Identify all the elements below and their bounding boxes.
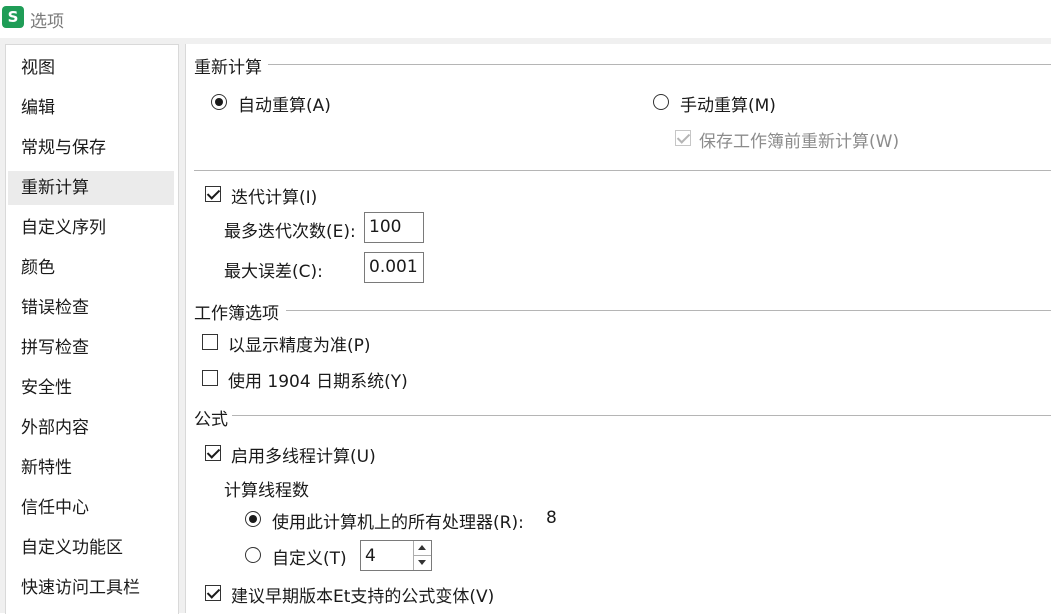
- precision-as-displayed-checkbox[interactable]: [202, 334, 218, 350]
- multithread-checkbox[interactable]: [205, 445, 221, 461]
- recalc-group-title: 重新计算: [194, 58, 262, 78]
- custom-threads-label: 自定义(T): [272, 549, 347, 569]
- legacy-formula-checkbox[interactable]: [205, 585, 221, 601]
- legacy-formula-label: 建议早期版本Et支持的公式变体(V): [231, 587, 495, 607]
- all-processors-label: 使用此计算机上的所有处理器(R):: [272, 513, 524, 533]
- auto-recalc-radio[interactable]: [211, 94, 227, 110]
- threads-title: 计算线程数: [224, 481, 309, 501]
- recalc-group-separator: [268, 64, 1051, 65]
- sidebar-item-view[interactable]: 视图: [8, 51, 174, 85]
- sidebar-item-quick-access-toolbar[interactable]: 快速访问工具栏: [8, 571, 174, 605]
- wps-spreadsheet-icon: S: [2, 6, 24, 28]
- sidebar-item-custom-lists[interactable]: 自定义序列: [8, 211, 174, 245]
- iteration-label: 迭代计算(I): [231, 188, 318, 208]
- arrow-up-icon: [418, 545, 426, 550]
- custom-threads-value[interactable]: 4: [365, 543, 376, 569]
- sidebar-item-spelling[interactable]: 拼写检查: [8, 331, 174, 365]
- spinner-buttons: [413, 541, 431, 570]
- custom-threads-radio[interactable]: [245, 547, 261, 563]
- sidebar-item-trust-center[interactable]: 信任中心: [8, 491, 174, 525]
- auto-recalc-label: 自动重算(A): [238, 96, 331, 116]
- max-iterations-label: 最多迭代次数(E):: [224, 222, 356, 242]
- sidebar-item-edit[interactable]: 编辑: [8, 91, 174, 125]
- options-sidebar: 视图 编辑 常规与保存 重新计算 自定义序列 颜色 错误检查 拼写检查 安全性 …: [5, 44, 179, 614]
- iteration-separator: [194, 170, 1051, 171]
- iteration-checkbox[interactable]: [205, 186, 221, 202]
- workbook-group-title: 工作簿选项: [194, 304, 279, 324]
- formula-group-title: 公式: [194, 410, 228, 430]
- arrow-down-icon: [418, 559, 426, 565]
- max-iterations-input[interactable]: 100: [364, 212, 424, 243]
- spinner-up-button[interactable]: [414, 541, 431, 556]
- save-before-recalc-label: 保存工作簿前重新计算(W): [699, 132, 900, 152]
- sidebar-item-external-content[interactable]: 外部内容: [8, 411, 174, 445]
- sidebar-item-security[interactable]: 安全性: [8, 371, 174, 405]
- sidebar-item-recalculation[interactable]: 重新计算: [8, 171, 174, 205]
- save-before-recalc-checkbox[interactable]: [675, 130, 691, 146]
- title-bar: S 选项: [0, 0, 1051, 39]
- processor-count: 8: [546, 508, 557, 528]
- formula-group-separator: [232, 415, 1051, 416]
- date-1904-label: 使用 1904 日期系统(Y): [228, 372, 408, 392]
- manual-recalc-label: 手动重算(M): [680, 96, 776, 116]
- sidebar-item-error-checking[interactable]: 错误检查: [8, 291, 174, 325]
- all-processors-radio[interactable]: [245, 511, 261, 527]
- sidebar-item-colors[interactable]: 颜色: [8, 251, 174, 285]
- options-content: 重新计算 自动重算(A) 手动重算(M) 保存工作簿前重新计算(W) 迭代计算(…: [185, 44, 1051, 613]
- max-error-input[interactable]: 0.001: [364, 252, 424, 283]
- precision-as-displayed-label: 以显示精度为准(P): [228, 336, 371, 356]
- workbook-group-separator: [286, 310, 1051, 311]
- sidebar-item-new-features[interactable]: 新特性: [8, 451, 174, 485]
- max-error-label: 最大误差(C):: [224, 262, 323, 282]
- custom-threads-spinner[interactable]: 4: [360, 540, 432, 571]
- sidebar-item-general-save[interactable]: 常规与保存: [8, 131, 174, 165]
- manual-recalc-radio[interactable]: [653, 94, 669, 110]
- spinner-down-button[interactable]: [414, 556, 431, 571]
- multithread-label: 启用多线程计算(U): [231, 447, 376, 467]
- date-1904-checkbox[interactable]: [202, 370, 218, 386]
- window-title: 选项: [30, 12, 64, 32]
- sidebar-item-customize-ribbon[interactable]: 自定义功能区: [8, 531, 174, 565]
